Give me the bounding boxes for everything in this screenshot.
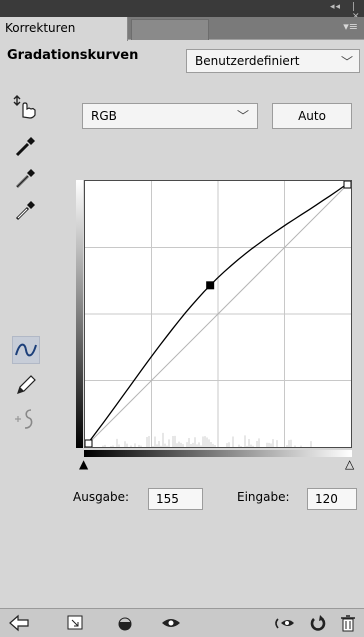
eyedropper-gray-icon[interactable] — [12, 165, 40, 193]
input-label: Eingabe: — [237, 490, 290, 504]
input-field[interactable]: 120 — [307, 488, 357, 510]
view-previous-icon[interactable] — [272, 614, 296, 636]
output-gradient-bar — [76, 180, 83, 448]
pencil-icon[interactable] — [12, 372, 40, 400]
black-point-slider[interactable]: ▲ — [79, 458, 88, 470]
chevron-down-icon: ﹀ — [236, 109, 249, 123]
auto-button[interactable]: Auto — [272, 103, 352, 129]
input-gradient-bar — [84, 450, 352, 457]
histogram — [102, 432, 312, 447]
collapse-icon[interactable]: ◂◂ — [330, 2, 341, 12]
on-image-adjust-icon[interactable] — [12, 93, 40, 121]
tab-korrekturen[interactable]: Korrekturen — [0, 17, 128, 41]
curve-point[interactable] — [343, 180, 352, 189]
curve-point-selected[interactable] — [206, 281, 215, 290]
eyedropper-black-icon[interactable] — [12, 133, 40, 161]
curve-svg[interactable] — [84, 180, 352, 448]
bottom-toolbar — [0, 609, 364, 637]
chevron-down-icon: ﹀ — [340, 55, 353, 69]
reset-icon[interactable] — [308, 614, 328, 636]
panel-menu-icon[interactable]: ▾≡ — [343, 20, 358, 33]
eyedropper-white-icon[interactable] — [12, 197, 40, 225]
white-point-slider[interactable]: △ — [345, 458, 354, 470]
clip-to-layer-icon[interactable] — [66, 614, 88, 636]
eye-icon[interactable] — [160, 614, 182, 636]
curve-graph[interactable] — [84, 180, 352, 448]
tab-label: Korrekturen — [5, 21, 76, 35]
tab-empty — [131, 19, 209, 40]
tab-row: Korrekturen ▾≡ — [0, 17, 364, 41]
panel-title: Gradationskurven — [7, 48, 139, 63]
trash-icon[interactable] — [338, 614, 358, 636]
panel-titlebar: ◂◂ |✕ — [0, 0, 364, 22]
output-label: Ausgabe: — [73, 490, 130, 504]
smooth-curve-icon[interactable] — [12, 406, 40, 434]
output-field[interactable]: 155 — [148, 488, 203, 510]
visibility-toggle-icon[interactable] — [114, 614, 136, 636]
panel-header: Gradationskurven Benutzerdefiniert ﹀ — [0, 40, 364, 82]
curve-point[interactable] — [84, 439, 93, 448]
channel-dropdown[interactable]: RGB ﹀ — [82, 103, 258, 129]
channel-value: RGB — [91, 109, 117, 123]
preset-value: Benutzerdefiniert — [195, 54, 300, 68]
curve-points-icon[interactable] — [12, 336, 40, 364]
preset-dropdown[interactable]: Benutzerdefiniert ﹀ — [186, 49, 360, 73]
back-arrow-icon[interactable] — [8, 614, 30, 636]
